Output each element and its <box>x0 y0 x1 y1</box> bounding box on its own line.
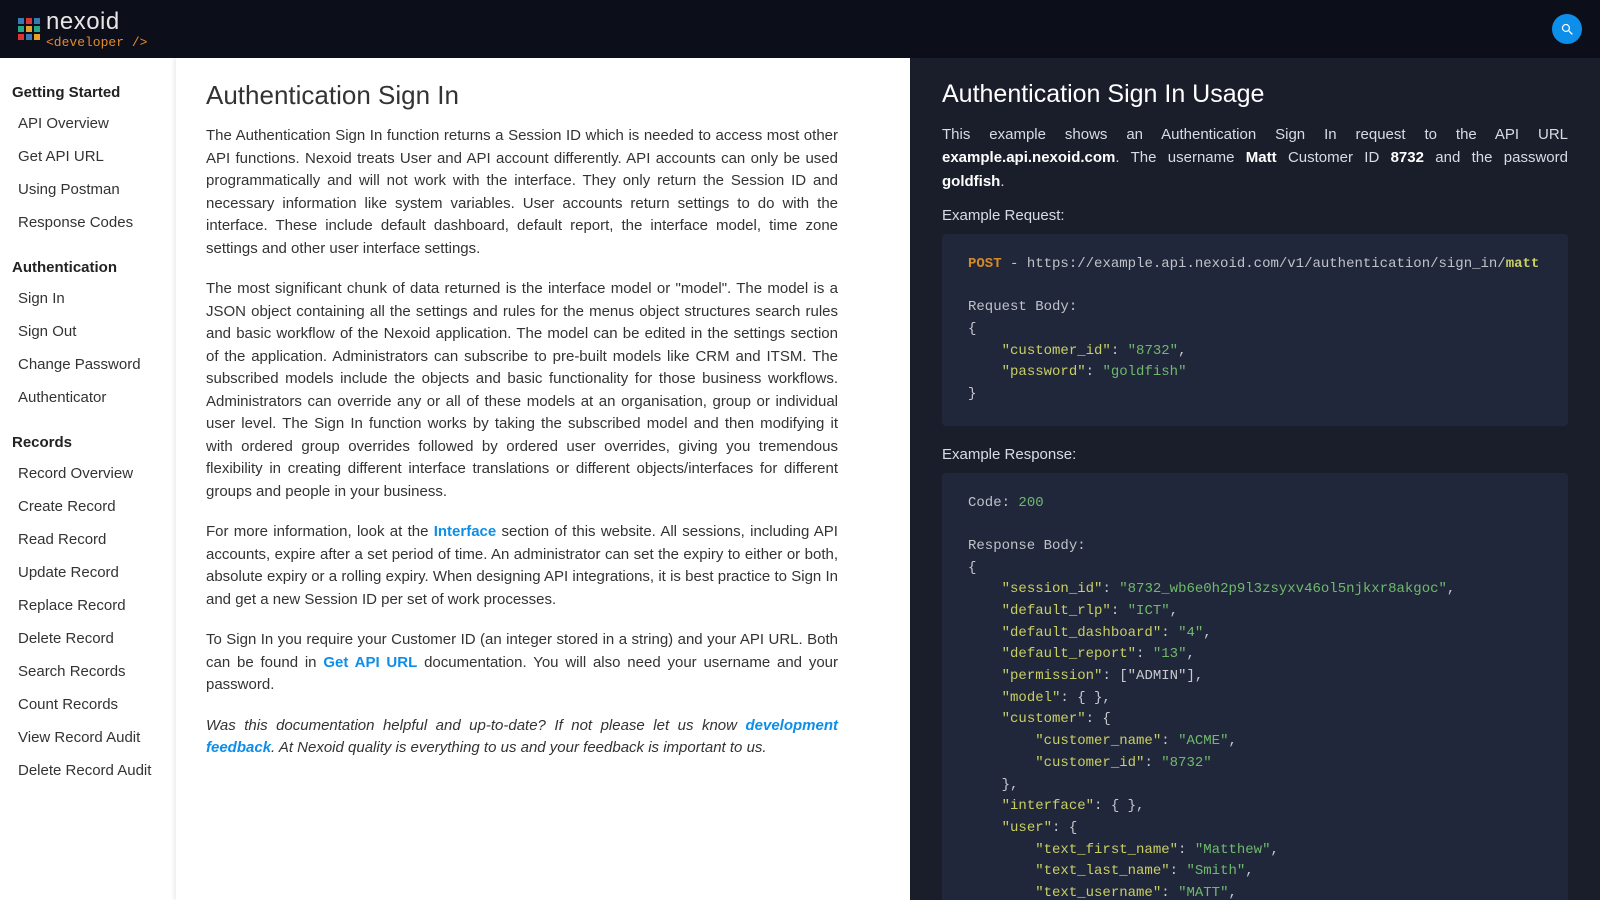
usage-panel: Authentication Sign In Usage This exampl… <box>910 58 1600 900</box>
nav-item[interactable]: Update Record <box>8 556 176 589</box>
doc-paragraph: To Sign In you require your Customer ID … <box>206 629 838 697</box>
nav-group-title: Records <box>8 428 176 457</box>
nav-group-title: Authentication <box>8 253 176 282</box>
example-response-label: Example Response: <box>942 446 1568 463</box>
logo-icon <box>18 18 40 40</box>
app-header: nexoid <developer /> <box>0 0 1600 58</box>
page-title: Authentication Sign In <box>206 80 838 111</box>
nav-item[interactable]: Sign In <box>8 282 176 315</box>
search-icon <box>1560 22 1575 37</box>
nav-item[interactable]: Create Record <box>8 490 176 523</box>
brand-tagline: <developer /> <box>46 36 147 49</box>
nav-item[interactable]: Delete Record Audit <box>8 754 176 787</box>
nav-item[interactable]: Change Password <box>8 348 176 381</box>
sidebar-nav: Getting StartedAPI OverviewGet API URLUs… <box>0 58 176 900</box>
nav-item[interactable]: Replace Record <box>8 589 176 622</box>
doc-content: Authentication Sign In The Authenticatio… <box>176 58 910 900</box>
usage-intro: This example shows an Authentication Sig… <box>942 123 1568 193</box>
brand-logo[interactable]: nexoid <developer /> <box>18 10 147 49</box>
interface-link[interactable]: Interface <box>434 523 497 540</box>
doc-paragraph: The Authentication Sign In function retu… <box>206 125 838 260</box>
nav-item[interactable]: Record Overview <box>8 457 176 490</box>
request-code: POST - https://example.api.nexoid.com/v1… <box>942 234 1568 426</box>
usage-title: Authentication Sign In Usage <box>942 80 1568 109</box>
nav-item[interactable]: Sign Out <box>8 315 176 348</box>
brand-name: nexoid <box>46 10 147 34</box>
response-code: Code: 200 Response Body: { "session_id":… <box>942 473 1568 900</box>
nav-item[interactable]: Read Record <box>8 523 176 556</box>
nav-group-title: Getting Started <box>8 78 176 107</box>
nav-item[interactable]: Delete Record <box>8 622 176 655</box>
example-request-label: Example Request: <box>942 207 1568 224</box>
nav-item[interactable]: Get API URL <box>8 140 176 173</box>
doc-paragraph: The most significant chunk of data retur… <box>206 278 838 503</box>
nav-item[interactable]: Count Records <box>8 688 176 721</box>
nav-item[interactable]: Authenticator <box>8 381 176 414</box>
nav-item[interactable]: Search Records <box>8 655 176 688</box>
feedback-note: Was this documentation helpful and up-to… <box>206 715 838 760</box>
nav-item[interactable]: Using Postman <box>8 173 176 206</box>
nav-item[interactable]: View Record Audit <box>8 721 176 754</box>
doc-paragraph: For more information, look at the Interf… <box>206 521 838 611</box>
get-api-url-link[interactable]: Get API URL <box>323 654 417 671</box>
nav-item[interactable]: API Overview <box>8 107 176 140</box>
search-button[interactable] <box>1552 14 1582 44</box>
nav-item[interactable]: Response Codes <box>8 206 176 239</box>
